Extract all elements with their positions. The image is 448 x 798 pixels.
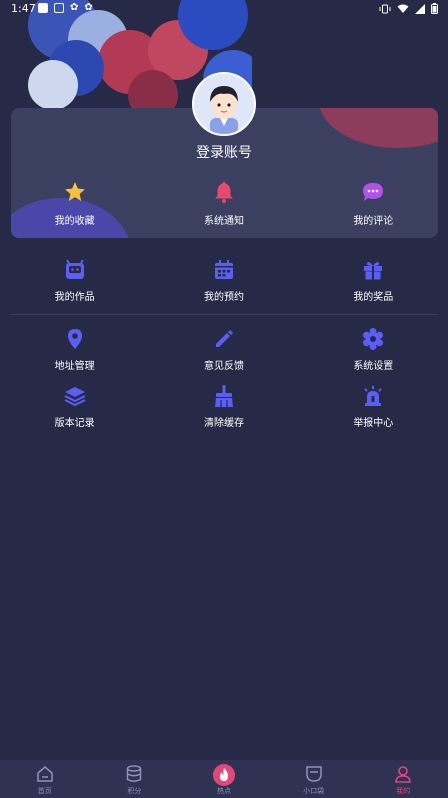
clear-cache-label: 清除缓存	[203, 418, 244, 429]
app-notification-icon	[54, 3, 64, 13]
notifications-label: 系统通知	[203, 216, 244, 227]
my-reservations-button[interactable]: 我的预约	[149, 258, 298, 303]
divider	[11, 314, 437, 315]
nav-pocket-label: 小口袋	[303, 787, 325, 795]
report-center-label: 举报中心	[353, 418, 394, 429]
feedback-label: 意见反馈	[203, 361, 244, 372]
nav-home[interactable]: 首页	[0, 760, 90, 798]
menu-row-1: 我的作品 我的预约 我的奖品	[0, 258, 448, 303]
version-history-label: 版本记录	[54, 418, 95, 429]
comments-button[interactable]: 我的评论	[299, 180, 448, 227]
comment-icon	[363, 183, 384, 201]
my-prizes-label: 我的奖品	[353, 292, 394, 303]
status-system-icons	[379, 3, 438, 14]
bottom-navigation: 首页 积分 热点 小口袋 我的	[0, 760, 448, 798]
battery-icon	[431, 3, 438, 14]
gift-icon	[364, 262, 383, 280]
bug-icon-2: ✿	[84, 2, 93, 13]
login-account-link[interactable]: 登录账号	[0, 142, 448, 162]
my-reservations-label: 我的预约	[203, 292, 244, 303]
calendar-icon	[214, 260, 233, 279]
fire-icon	[212, 764, 235, 786]
location-icon	[67, 329, 82, 349]
vibrate-icon	[379, 4, 391, 13]
nav-hot-label: 热点	[216, 787, 231, 795]
bell-icon	[214, 182, 233, 203]
my-works-label: 我的作品	[54, 292, 95, 303]
address-management-label: 地址管理	[54, 361, 95, 372]
database-icon	[127, 765, 142, 782]
system-settings-button[interactable]: 系统设置	[299, 327, 448, 372]
my-prizes-button[interactable]: 我的奖品	[299, 258, 448, 303]
nav-points[interactable]: 积分	[90, 760, 180, 798]
quick-actions: 我的收藏 系统通知 我的评论	[0, 180, 448, 227]
nav-pocket[interactable]: 小口袋	[269, 760, 359, 798]
my-works-button[interactable]: 我的作品	[0, 258, 149, 303]
status-notification-icons: ✿ ✿	[38, 3, 93, 13]
address-management-button[interactable]: 地址管理	[0, 327, 149, 372]
user-icon	[395, 766, 411, 783]
menu-row-2: 地址管理 意见反馈 系统设置	[0, 327, 448, 372]
feedback-button[interactable]: 意见反馈	[149, 327, 298, 372]
gear-icon	[363, 328, 384, 350]
wifi-icon	[397, 4, 409, 13]
pocket-icon	[305, 766, 322, 782]
notification-icon	[38, 3, 48, 13]
broom-icon	[214, 385, 233, 407]
status-time: 1:47	[11, 2, 36, 15]
nav-home-label: 首页	[37, 787, 52, 795]
signal-icon	[415, 3, 425, 14]
nav-hot[interactable]: 热点	[179, 760, 269, 798]
menu-row-3: 版本记录 清除缓存 举报中心	[0, 384, 448, 429]
system-settings-label: 系统设置	[353, 361, 394, 372]
siren-icon	[364, 386, 383, 406]
home-icon	[37, 766, 53, 782]
robot-icon	[65, 259, 84, 279]
notifications-button[interactable]: 系统通知	[149, 180, 298, 227]
favorites-button[interactable]: 我的收藏	[0, 180, 149, 227]
favorites-label: 我的收藏	[54, 216, 95, 227]
avatar-cartoon-icon	[194, 74, 254, 134]
comments-label: 我的评论	[353, 216, 394, 227]
nav-mine[interactable]: 我的	[358, 760, 448, 798]
clear-cache-button[interactable]: 清除缓存	[149, 384, 298, 429]
report-center-button[interactable]: 举报中心	[299, 384, 448, 429]
layers-icon	[64, 387, 86, 407]
nav-points-label: 积分	[127, 787, 142, 795]
pencil-icon	[215, 330, 233, 347]
bug-icon: ✿	[70, 2, 79, 13]
status-bar: 1:47 ✿ ✿	[0, 0, 448, 18]
version-history-button[interactable]: 版本记录	[0, 384, 149, 429]
avatar[interactable]	[192, 72, 256, 136]
star-icon	[64, 182, 85, 201]
nav-mine-label: 我的	[396, 787, 411, 795]
